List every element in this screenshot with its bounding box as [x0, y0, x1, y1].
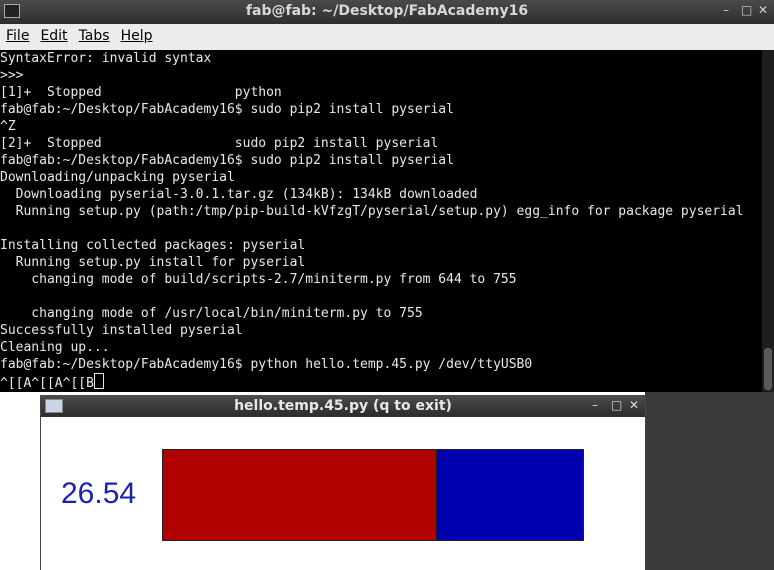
terminal-line: Running setup.py install for pyserial — [0, 255, 306, 270]
terminal-line: fab@fab:~/Desktop/FabAcademy16$ sudo pip… — [0, 102, 454, 117]
terminal-menubar: File Edit Tabs Help — [0, 24, 774, 51]
text-cursor — [93, 373, 104, 389]
terminal-line: changing mode of build/scripts-2.7/minit… — [0, 272, 517, 287]
terminal-input-text: ^[[A^[[A^[[B — [0, 376, 94, 391]
terminal-line: >>> — [0, 68, 24, 83]
terminal-line: Running setup.py (path:/tmp/pip-build-kV… — [0, 204, 744, 219]
menu-help[interactable]: Help — [115, 24, 158, 44]
menu-edit-label: Edit — [40, 28, 68, 44]
minimize-icon[interactable]: – — [592, 398, 598, 412]
terminal-input-line[interactable]: ^[[A^[[A^[[B — [0, 373, 762, 392]
menu-tabs-label: Tabs — [78, 28, 110, 44]
temperature-bar — [162, 449, 584, 541]
terminal-titlebar[interactable]: fab@fab: ~/Desktop/FabAcademy16 – □ ✕ — [0, 0, 774, 24]
menu-file-label: File — [6, 28, 30, 44]
menu-tabs[interactable]: Tabs — [73, 24, 115, 44]
terminal-line: Successfully installed pyserial — [0, 323, 243, 338]
desktop-background — [645, 392, 774, 570]
maximize-icon[interactable]: □ — [741, 3, 752, 17]
temperature-bar-fill — [163, 450, 437, 540]
terminal-output[interactable]: SyntaxError: invalid syntax >>> [1]+ Stopp… — [0, 50, 762, 392]
terminal-line: fab@fab:~/Desktop/FabAcademy16$ python h… — [0, 357, 533, 372]
terminal-line: Downloading pyserial-3.0.1.tar.gz (134kB… — [0, 187, 478, 202]
hello-temp-window: hello.temp.45.py (q to exit) – □ ✕ 26.54 — [40, 395, 646, 570]
terminal-lines: SyntaxError: invalid syntax >>> [1]+ Stopp… — [0, 50, 762, 373]
terminal-line: Installing collected packages: pyserial — [0, 238, 306, 253]
scrollbar-thumb[interactable] — [764, 348, 772, 390]
terminal-line: SyntaxError: invalid syntax — [0, 51, 212, 66]
terminal-window-title: fab@fab: ~/Desktop/FabAcademy16 — [245, 3, 529, 19]
hello-temp-titlebar[interactable]: hello.temp.45.py (q to exit) – □ ✕ — [41, 395, 645, 417]
terminal-line: changing mode of /usr/local/bin/miniterm… — [0, 306, 423, 321]
temperature-value: 26.54 — [61, 477, 137, 510]
menu-help-label: Help — [120, 28, 153, 44]
close-icon[interactable]: ✕ — [758, 3, 768, 17]
menu-edit[interactable]: Edit — [34, 24, 72, 44]
terminal-scrollbar[interactable] — [762, 50, 774, 392]
hello-temp-title: hello.temp.45.py (q to exit) — [234, 398, 452, 414]
terminal-line: [2]+ Stopped sudo pip2 install pyserial — [0, 136, 439, 151]
terminal-line: fab@fab:~/Desktop/FabAcademy16$ sudo pip… — [0, 153, 454, 168]
minimize-icon[interactable]: – — [723, 3, 729, 17]
terminal-line: Cleaning up... — [0, 340, 110, 355]
terminal-line: [1]+ Stopped python — [0, 85, 282, 100]
terminal-line: ^Z — [0, 119, 16, 134]
menu-file[interactable]: File — [0, 24, 34, 44]
terminal-line: Downloading/unpacking pyserial — [0, 170, 235, 185]
maximize-icon[interactable]: □ — [611, 398, 622, 412]
close-icon[interactable]: ✕ — [629, 398, 639, 412]
